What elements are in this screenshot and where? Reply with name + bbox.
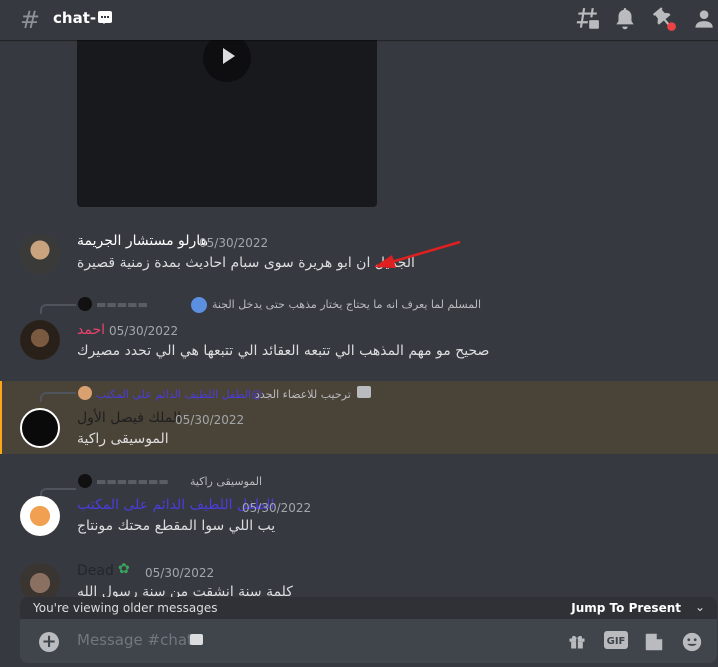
bell-icon[interactable] — [612, 6, 638, 32]
avatar[interactable] — [20, 234, 60, 274]
message-text: الموسيقى راكية — [77, 431, 169, 447]
reply-author-faded: ▬▬▬▬▬▬▬ — [96, 475, 169, 488]
older-messages-bar: You're viewing older messages Jump To Pr… — [20, 597, 717, 619]
play-icon[interactable] — [203, 34, 251, 82]
message-text: يب اللي سوا المقطع محتك مونتاج — [77, 518, 276, 534]
chevron-down-icon[interactable]: ⌄ — [695, 600, 705, 614]
reply-spine — [40, 304, 76, 314]
username[interactable]: الملك فيصل الأول — [77, 410, 181, 426]
username[interactable]: Dead — [77, 563, 114, 579]
timestamp: 05/30/2022 — [199, 236, 269, 250]
timestamp: 05/30/2022 — [242, 501, 312, 515]
plant-badge-icon: ✿ — [118, 561, 130, 577]
channel-header: # chat- — [0, 0, 718, 40]
reply-author-faded: ▬▬▬▬▬ — [96, 298, 148, 311]
pin-icon[interactable] — [651, 6, 677, 32]
members-icon[interactable] — [690, 6, 716, 32]
avatar[interactable] — [20, 496, 60, 536]
older-messages-label: You're viewing older messages — [33, 601, 218, 615]
image-icon — [357, 386, 371, 398]
reply-author[interactable]: الطفل اللطيف الدائم على المكتب@ — [96, 388, 262, 401]
gif-button[interactable]: GIF — [604, 631, 628, 649]
channel-name: chat- — [53, 9, 97, 27]
message-input[interactable]: Message #chat- — [77, 631, 198, 649]
timestamp: 05/30/2022 — [175, 413, 245, 427]
sticker-icon[interactable] — [643, 631, 665, 653]
message-text: صحيح مو مهم المذهب الي تتبعه العقائد الي… — [77, 343, 490, 359]
message-text: الجميل ان ابو هريرة سوى سبام احاديث بمدة… — [77, 255, 415, 271]
reply-preview[interactable]: المسلم لما يعرف انه ما يحتاج يختار مذهب … — [212, 298, 481, 311]
threads-icon[interactable] — [574, 6, 600, 32]
username[interactable]: هارلو مستشار الجريمة — [77, 233, 208, 249]
avatar[interactable] — [20, 320, 60, 360]
reply-avatar — [78, 297, 92, 311]
timestamp: 05/30/2022 — [109, 324, 179, 338]
reply-preview[interactable]: ترحيب للاعضاء الجدد — [255, 388, 351, 401]
video-embed[interactable] — [77, 34, 377, 207]
speech-bubble-icon — [98, 11, 112, 24]
speech-bubble-icon — [190, 634, 203, 645]
emoji-icon[interactable] — [681, 631, 703, 653]
emoji-icon — [191, 297, 207, 313]
jump-to-present-button[interactable]: Jump To Present — [571, 601, 681, 615]
hashtag-icon: # — [20, 6, 41, 34]
reply-avatar — [78, 386, 92, 400]
red-arrow-annotation — [374, 240, 461, 268]
reply-preview[interactable]: الموسيقى راكية — [190, 475, 262, 488]
reply-spine — [40, 392, 76, 402]
gift-icon[interactable] — [567, 631, 587, 651]
avatar[interactable] — [20, 408, 60, 448]
add-attachment-icon[interactable]: + — [39, 632, 59, 652]
timestamp: 05/30/2022 — [145, 566, 215, 580]
message-composer: + Message #chat- GIF — [20, 619, 717, 663]
reply-avatar — [78, 474, 92, 488]
username[interactable]: احمد — [77, 322, 105, 338]
